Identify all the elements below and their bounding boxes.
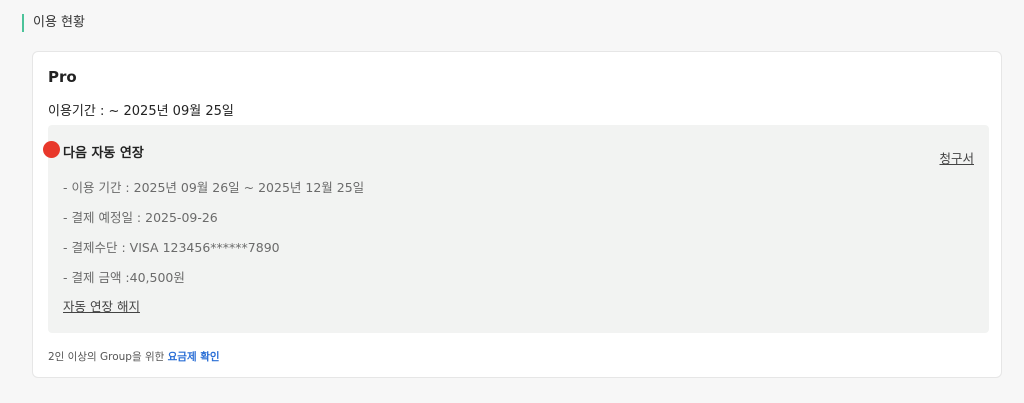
plan-card: Pro 이용기간 : ~ 2025년 09월 25일 다음 자동 연장 청구서 … [32, 51, 1002, 378]
footer-note-text: 2인 이상의 Group을 위한 [48, 351, 168, 363]
plan-period: 이용기간 : ~ 2025년 09월 25일 [48, 104, 234, 119]
section-title: 이용 현황 [22, 14, 85, 32]
footer-note: 2인 이상의 Group을 위한 요금제 확인 [48, 349, 220, 364]
annotation-marker [43, 141, 60, 158]
usage-period: - 이용 기간 : 2025년 09월 26일 ~ 2025년 12월 25일 [63, 180, 365, 195]
renewal-title: 다음 자동 연장 [63, 146, 144, 161]
renewal-panel: 다음 자동 연장 청구서 - 이용 기간 : 2025년 09월 26일 ~ 2… [43, 125, 989, 333]
pricing-link[interactable]: 요금제 확인 [168, 351, 220, 363]
invoice-link[interactable]: 청구서 [939, 148, 974, 167]
cancel-auto-renewal-link[interactable]: 자동 연장 해지 [63, 296, 140, 315]
payment-amount: - 결제 금액 :40,500원 [63, 270, 185, 285]
payment-date: - 결제 예정일 : 2025-09-26 [63, 210, 218, 225]
payment-method: - 결제수단 : VISA 123456******7890 [63, 240, 280, 255]
plan-name: Pro [48, 68, 77, 86]
